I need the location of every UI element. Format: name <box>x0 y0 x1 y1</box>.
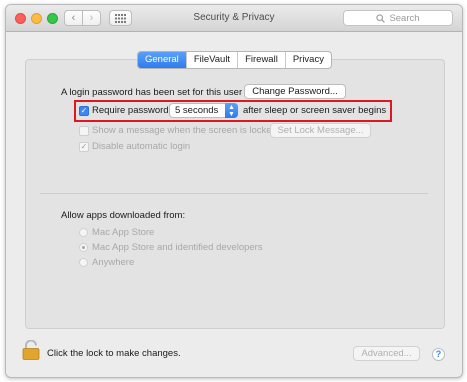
section-divider <box>40 193 428 194</box>
search-icon <box>376 13 386 23</box>
select-arrows-icon: ▲ ▼ <box>225 103 238 118</box>
radio-anywhere[interactable] <box>79 258 88 267</box>
require-password-checkbox[interactable]: ✓ <box>79 106 89 116</box>
tab-bar: General FileVault Firewall Privacy <box>137 51 332 69</box>
search-placeholder: Search <box>389 12 420 24</box>
show-message-label: Show a message when the screen is locked <box>92 125 277 136</box>
lock-button[interactable] <box>22 339 40 363</box>
set-lock-message-button[interactable]: Set Lock Message... <box>270 123 371 138</box>
radio-label-identified-developers: Mac App Store and identified developers <box>92 242 263 253</box>
change-password-button[interactable]: Change Password... <box>244 84 346 99</box>
radio-label-anywhere: Anywhere <box>92 257 135 268</box>
title-bar: ‹ › Security & Privacy Search <box>6 5 462 32</box>
tab-general[interactable]: General <box>138 52 186 68</box>
show-message-checkbox[interactable] <box>79 126 89 136</box>
tab-privacy[interactable]: Privacy <box>284 52 331 68</box>
security-privacy-window: ‹ › Security & Privacy Search General Fi… <box>5 4 463 378</box>
require-password-delay-select[interactable]: 5 seconds ▲ ▼ <box>169 103 238 118</box>
require-password-label: Require password <box>92 105 169 116</box>
lock-hint-text: Click the lock to make changes. <box>47 348 181 359</box>
tab-firewall[interactable]: Firewall <box>237 52 285 68</box>
help-button[interactable]: ? <box>432 348 445 361</box>
checkmark-icon: ✓ <box>80 106 88 115</box>
radio-label-mac-app-store: Mac App Store <box>92 227 155 238</box>
login-password-text: A login password has been set for this u… <box>61 87 243 98</box>
search-field[interactable]: Search <box>343 10 453 26</box>
after-sleep-text: after sleep or screen saver begins <box>243 105 387 116</box>
radio-identified-developers[interactable] <box>79 243 88 252</box>
tab-filevault[interactable]: FileVault <box>185 52 237 68</box>
advanced-button[interactable]: Advanced... <box>353 346 420 361</box>
lock-icon <box>22 339 40 360</box>
radio-mac-app-store[interactable] <box>79 228 88 237</box>
disable-auto-login-label: Disable automatic login <box>92 141 191 152</box>
checkmark-icon: ✓ <box>80 142 88 151</box>
allow-apps-heading: Allow apps downloaded from: <box>61 210 186 221</box>
delay-value: 5 seconds <box>175 105 219 116</box>
disable-auto-login-checkbox[interactable]: ✓ <box>79 142 89 152</box>
